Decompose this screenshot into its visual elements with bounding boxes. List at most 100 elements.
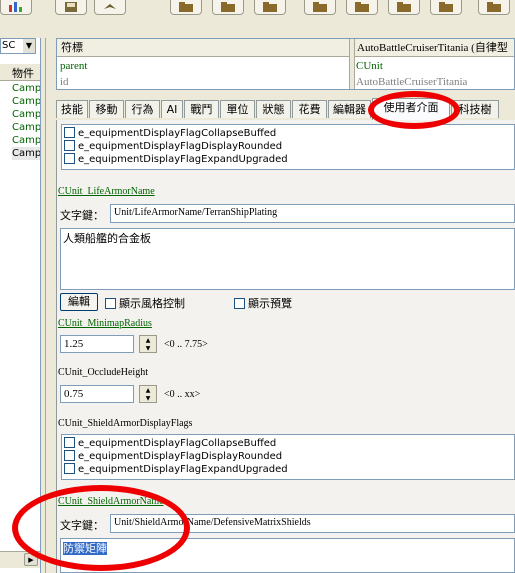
- flag-row[interactable]: e_equipmentDisplayFlagCollapseBuffed: [64, 436, 277, 450]
- minimap-radius-label[interactable]: CUnit_MinimapRadius: [58, 318, 152, 329]
- folder-icon: [439, 2, 453, 12]
- field-column-header[interactable]: 符標: [57, 39, 349, 57]
- shield-armor-text-key-field[interactable]: Unit/ShieldArmorName/DefensiveMatrixShie…: [110, 514, 515, 533]
- folder-icon: [355, 2, 369, 12]
- toolbar-button-2[interactable]: [55, 0, 87, 15]
- folder-icon: [263, 2, 277, 12]
- toolbar-button-5[interactable]: [212, 0, 244, 15]
- chart-icon: [9, 2, 22, 12]
- toolbar-button-6[interactable]: [254, 0, 286, 15]
- checkbox[interactable]: [64, 139, 75, 151]
- flag-row[interactable]: e_equipmentDisplayFlagDisplayRounded: [64, 449, 282, 463]
- minimap-radius-range: <0 .. 7.75>: [164, 339, 208, 350]
- tab-editor[interactable]: 編輯器: [328, 100, 371, 118]
- bird-icon: [104, 4, 116, 9]
- tab-bar: 技能 移動 行為 AI 戰鬥 單位 狀態 花費 編輯器 使用者介面 科技樹: [56, 98, 515, 120]
- tab-cost[interactable]: 花費: [292, 100, 327, 118]
- life-armor-text-key-field[interactable]: Unit/LifeArmorName/TerranShipPlating: [110, 204, 515, 223]
- object-type-combo[interactable]: SC ▼: [0, 38, 36, 54]
- tab-behaviors[interactable]: 行為: [125, 100, 160, 118]
- tab-abilities[interactable]: 技能: [56, 100, 88, 118]
- occlude-height-range: <0 .. xx>: [164, 389, 201, 400]
- life-armor-text-area[interactable]: 人類船艦的合金板: [60, 228, 515, 290]
- flag-row[interactable]: e_equipmentDisplayFlagDisplayRounded: [64, 139, 283, 153]
- panel-splitter[interactable]: [42, 38, 50, 573]
- shield-armor-text-key-label: 文字鍵：: [60, 519, 104, 532]
- toolbar-button-3[interactable]: [94, 0, 126, 15]
- checkbox[interactable]: [105, 297, 116, 309]
- id-value: AutoBattleCruiserTitania: [356, 76, 468, 88]
- object-list-header[interactable]: 物件: [0, 64, 40, 81]
- toolbar-button-11[interactable]: [478, 0, 510, 15]
- object-column-header[interactable]: AutoBattleCruiserTitania (自律型: [353, 39, 514, 57]
- spin-down-icon[interactable]: ▼: [142, 345, 154, 352]
- horizontal-scrollbar[interactable]: ▶: [0, 551, 40, 568]
- folder-icon: [179, 2, 193, 12]
- flag-label: e_equipmentDisplayFlagCollapseBuffed: [78, 438, 277, 449]
- list-item[interactable]: Camp: [12, 134, 40, 147]
- tab-ai[interactable]: AI: [161, 100, 183, 118]
- object-type-combo-value: SC: [2, 40, 16, 51]
- flag-row[interactable]: e_equipmentDisplayFlagCollapseBuffed: [64, 126, 277, 140]
- flag-row[interactable]: e_equipmentDisplayFlagExpandUpgraded: [64, 462, 288, 476]
- save-icon: [65, 2, 77, 12]
- occlude-height-input[interactable]: 0.75: [60, 385, 134, 403]
- equipment-flags-list: e_equipmentDisplayFlagCollapseBuffed e_e…: [61, 124, 515, 170]
- checkbox[interactable]: [64, 152, 75, 164]
- tab-stats[interactable]: 狀態: [256, 100, 291, 118]
- toolbar-button-8[interactable]: [346, 0, 378, 15]
- tab-combat[interactable]: 戰鬥: [184, 100, 219, 118]
- column-divider[interactable]: [349, 39, 355, 89]
- object-column-header: 物件: [12, 67, 34, 80]
- flag-row[interactable]: e_equipmentDisplayFlagExpandUpgraded: [64, 152, 288, 166]
- show-preview-label: 顯示預覽: [248, 297, 292, 310]
- selected-text: 防禦矩陣: [63, 542, 107, 555]
- folder-icon: [397, 2, 411, 12]
- list-item[interactable]: Camp: [12, 82, 40, 95]
- edit-button[interactable]: 編輯: [60, 293, 98, 311]
- minimap-radius-spinner[interactable]: ▲ ▼: [139, 335, 157, 353]
- life-armor-name-label[interactable]: CUnit_LifeArmorName: [58, 186, 155, 197]
- toolbar-button-7[interactable]: [304, 0, 336, 15]
- tab-movement[interactable]: 移動: [89, 100, 124, 118]
- toolbar: [0, 0, 515, 22]
- occlude-height-spinner[interactable]: ▲ ▼: [139, 385, 157, 403]
- shield-armor-name-label[interactable]: CUnit_ShieldArmorName: [58, 496, 164, 507]
- tab-user-interface[interactable]: 使用者介面: [372, 98, 450, 120]
- checkbox[interactable]: [64, 436, 75, 448]
- show-style-control-label: 顯示風格控制: [119, 297, 185, 310]
- spin-down-icon[interactable]: ▼: [142, 395, 154, 402]
- toolbar-button-10[interactable]: [430, 0, 462, 15]
- list-item[interactable]: Camp: [12, 108, 40, 121]
- show-style-control-checkbox-row[interactable]: 顯示風格控制: [105, 295, 185, 311]
- tab-tech-tree[interactable]: 科技樹: [451, 100, 499, 118]
- list-item[interactable]: Camp: [12, 95, 40, 108]
- spin-up-icon[interactable]: ▲: [142, 387, 154, 394]
- list-item[interactable]: Camp: [12, 121, 40, 134]
- show-preview-checkbox-row[interactable]: 顯示預覽: [234, 295, 292, 311]
- checkbox[interactable]: [234, 297, 245, 309]
- occlude-height-label[interactable]: CUnit_OccludeHeight: [58, 367, 148, 378]
- shield-armor-display-flags-label[interactable]: CUnit_ShieldArmorDisplayFlags: [58, 418, 192, 429]
- toolbar-button-1[interactable]: [0, 0, 32, 15]
- parent-key: parent: [60, 60, 88, 72]
- shield-armor-text-area[interactable]: 防禦矩陣: [60, 538, 515, 573]
- flag-label: e_equipmentDisplayFlagCollapseBuffed: [78, 128, 277, 139]
- list-item-selected[interactable]: Camp: [12, 147, 40, 160]
- shield-flags-list: e_equipmentDisplayFlagCollapseBuffed e_e…: [61, 434, 515, 480]
- checkbox[interactable]: [64, 462, 75, 474]
- scroll-right-icon[interactable]: ▶: [24, 553, 38, 566]
- spin-up-icon[interactable]: ▲: [142, 337, 154, 344]
- checkbox[interactable]: [64, 126, 75, 138]
- field-info-table: 符標 AutoBattleCruiserTitania (自律型 parent …: [56, 38, 515, 90]
- id-key: id: [60, 76, 69, 88]
- flag-label: e_equipmentDisplayFlagDisplayRounded: [78, 141, 283, 152]
- chevron-down-icon[interactable]: ▼: [23, 39, 35, 53]
- checkbox[interactable]: [64, 449, 75, 461]
- minimap-radius-input[interactable]: 1.25: [60, 335, 134, 353]
- folder-icon: [487, 2, 501, 12]
- parent-value[interactable]: CUnit: [353, 58, 383, 74]
- toolbar-button-4[interactable]: [170, 0, 202, 15]
- toolbar-button-9[interactable]: [388, 0, 420, 15]
- tab-unit[interactable]: 單位: [220, 100, 255, 118]
